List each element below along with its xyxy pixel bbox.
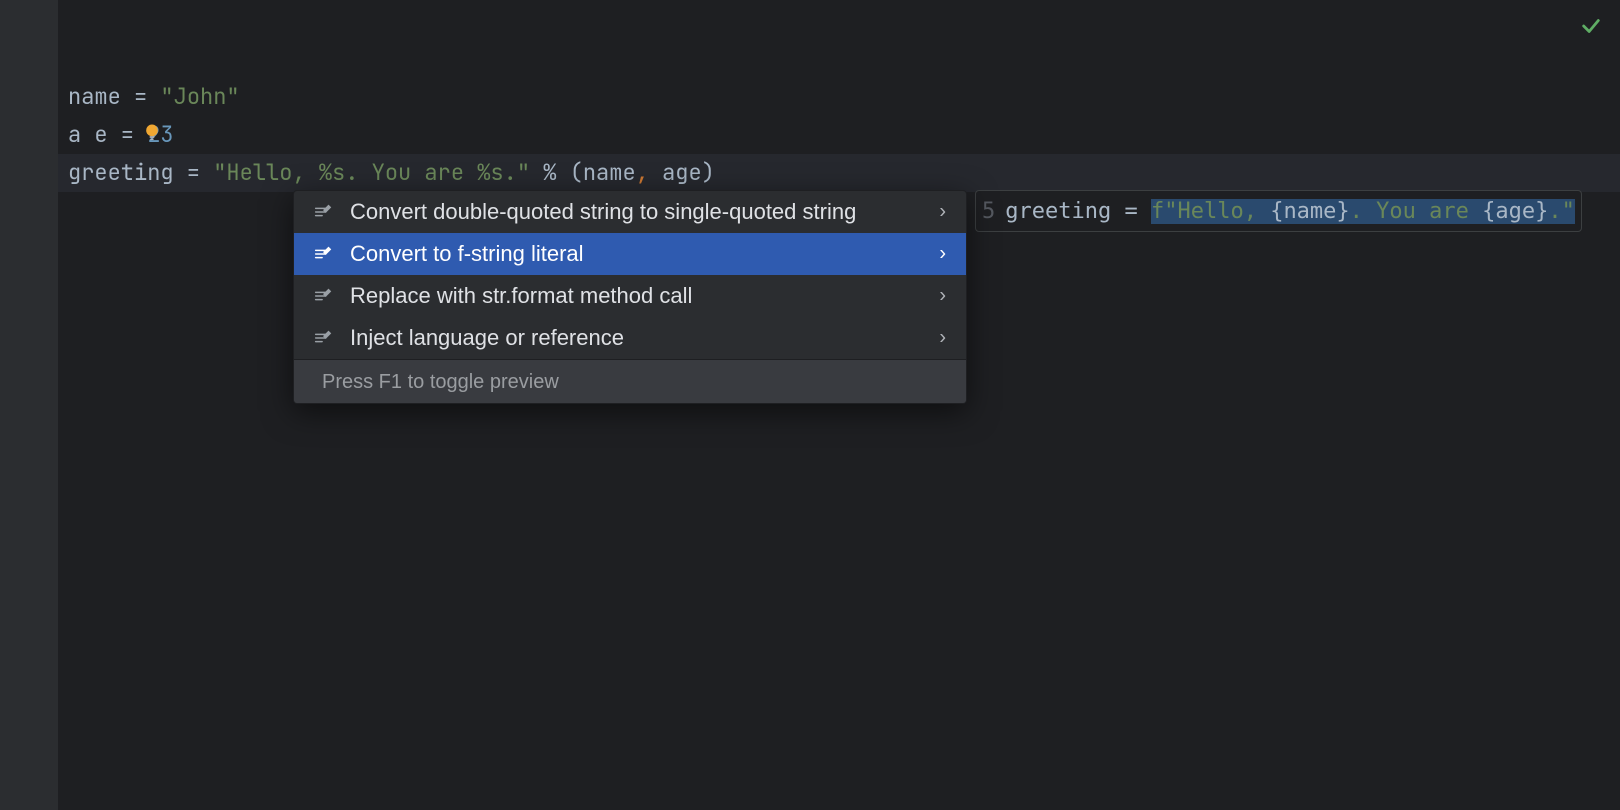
comma-token: , [636,158,649,187]
intention-item-convert-quotes[interactable]: Convert double-quoted string to single-q… [294,191,966,233]
string-token: " [1164,199,1177,224]
intention-preview-panel: 5greeting = f"Hello, {name}. You are {ag… [975,190,1582,232]
code-line-current[interactable]: greeting = "Hello, %s. You are %s." % (n… [58,154,1620,192]
chevron-right-icon: › [939,285,946,308]
intention-bulb-icon[interactable] [142,122,162,142]
string-token: . [1548,199,1561,224]
intention-menu-footer: Press F1 to toggle preview [294,359,966,403]
intention-item-label: Inject language or reference [350,325,624,351]
intention-item-str-format[interactable]: Replace with str.format method call › [294,275,966,317]
f-prefix-token: f [1151,199,1164,224]
string-token: Hello, [1177,199,1270,224]
op-token: = [1111,199,1151,224]
string-token: " [1562,199,1575,224]
code-line[interactable]: name = "John" [58,78,1620,116]
intention-actions-menu[interactable]: Convert double-quoted string to single-q… [293,190,967,404]
brace-token: { [1482,199,1495,224]
code-line[interactable]: age = 23 [58,116,1620,154]
op-token: = [121,82,161,111]
analysis-ok-icon[interactable] [1580,10,1602,45]
preview-line-number: 5 [982,199,995,224]
op-token: = [174,158,214,187]
op-token: % ( [530,158,583,187]
intention-item-convert-fstring[interactable]: Convert to f-string literal › [294,233,966,275]
editor-root: name = "John" age = 23 greeting = "Hello… [0,0,1620,810]
editor-gutter [0,0,58,810]
preview-highlight: f"Hello, {name}. You are {age}." [1151,199,1575,224]
identifier-token: greeting [1005,199,1111,224]
identifier-token: name [583,158,636,187]
intention-icon [312,243,334,265]
chevron-right-icon: › [939,201,946,224]
identifier-token: age [1495,199,1535,224]
intention-icon [312,201,334,223]
intention-item-label: Convert to f-string literal [350,241,584,267]
brace-token: } [1535,199,1548,224]
identifier-token: age [662,158,702,187]
identifier-token: name [68,82,121,111]
editor-area[interactable]: name = "John" age = 23 greeting = "Hello… [58,0,1620,810]
identifier-token: e [94,120,107,149]
brace-token: { [1270,199,1283,224]
op-token: ) [702,158,715,187]
chevron-right-icon: › [939,327,946,350]
intention-item-label: Convert double-quoted string to single-q… [350,199,856,225]
intention-item-label: Replace with str.format method call [350,283,692,309]
identifier-token: name [1283,199,1336,224]
space-token [649,158,662,187]
intention-icon [312,285,334,307]
intention-item-inject-language[interactable]: Inject language or reference › [294,317,966,359]
intention-icon [312,327,334,349]
identifier-token: greeting [68,158,174,187]
identifier-token: a [68,120,81,149]
string-token: "Hello, %s. You are %s." [213,158,530,187]
brace-token: } [1336,199,1349,224]
string-token: . You are [1350,199,1482,224]
chevron-right-icon: › [939,243,946,266]
string-token: "John" [160,82,239,111]
